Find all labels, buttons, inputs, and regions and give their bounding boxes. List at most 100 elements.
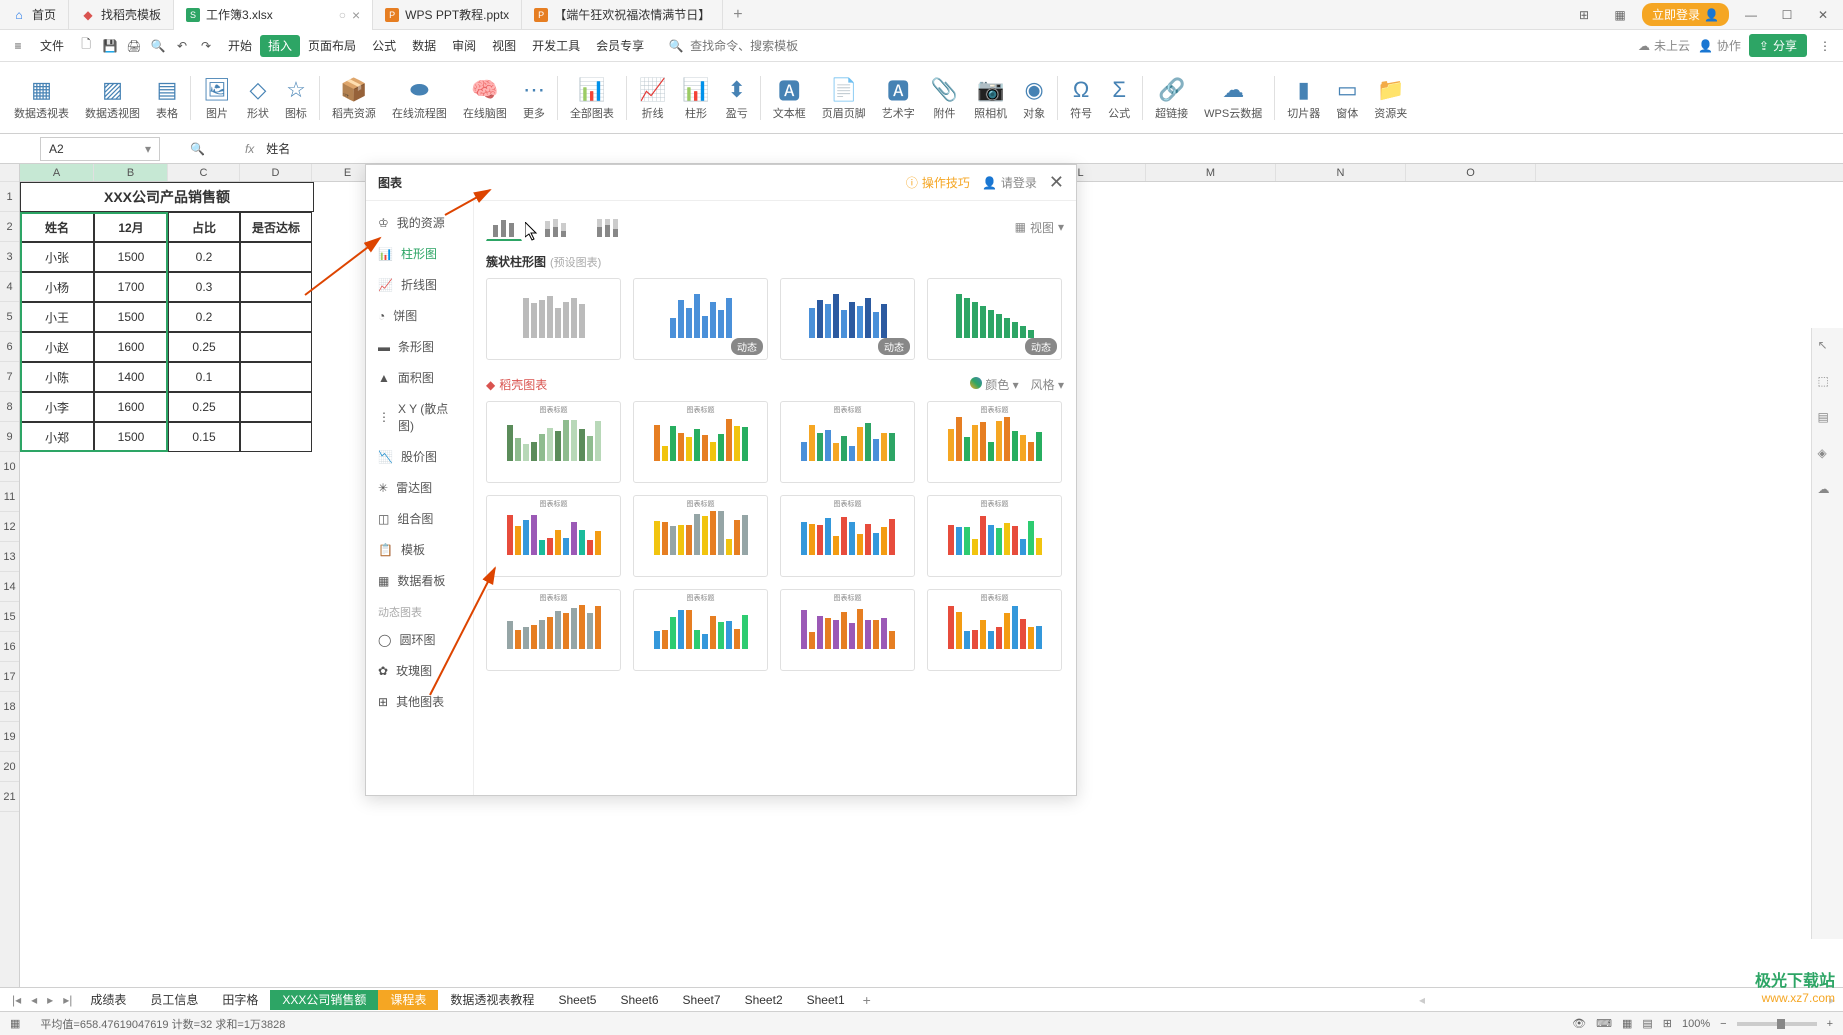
table-cell[interactable]: 0.3 bbox=[168, 272, 240, 302]
table-cell[interactable]: 0.25 bbox=[168, 392, 240, 422]
tips-link[interactable]: ⓘ操作技巧 bbox=[906, 174, 970, 191]
table-cell[interactable]: 1500 bbox=[94, 422, 168, 452]
property-icon[interactable]: ▤ bbox=[1818, 410, 1838, 430]
bracket-icon[interactable]: ⌨ bbox=[1596, 1017, 1612, 1030]
ribbon-窗体[interactable]: ▭窗体 bbox=[1328, 68, 1366, 128]
ribbon-形状[interactable]: ◇形状 bbox=[239, 68, 277, 128]
row-header[interactable]: 3 bbox=[0, 242, 19, 272]
table-cell[interactable]: 小张 bbox=[20, 242, 94, 272]
row-header[interactable]: 8 bbox=[0, 392, 19, 422]
ribbon-全部图表[interactable]: 📊全部图表 bbox=[562, 68, 622, 128]
table-cell[interactable] bbox=[240, 302, 312, 332]
table-cell[interactable]: 0.2 bbox=[168, 242, 240, 272]
docer-chart-2[interactable]: 图表标题 bbox=[780, 401, 915, 483]
row-header[interactable]: 20 bbox=[0, 752, 19, 782]
tab-ppt2[interactable]: P【端午狂欢祝福浓情满节日】 bbox=[522, 0, 723, 30]
row-header[interactable]: 15 bbox=[0, 602, 19, 632]
close-icon[interactable]: × bbox=[352, 7, 360, 23]
menu-5[interactable]: 审阅 bbox=[444, 35, 484, 57]
table-cell[interactable]: 1700 bbox=[94, 272, 168, 302]
open-icon[interactable]: 🗋 bbox=[76, 36, 96, 56]
row-header[interactable]: 21 bbox=[0, 782, 19, 812]
row-header[interactable]: 11 bbox=[0, 482, 19, 512]
fx-label[interactable]: fx bbox=[245, 142, 254, 156]
coop-button[interactable]: 👤协作 bbox=[1698, 37, 1741, 54]
ribbon-在线脑图[interactable]: 🧠在线脑图 bbox=[455, 68, 515, 128]
dyn-chart-type-2[interactable]: ⊞其他图表 bbox=[366, 686, 473, 717]
ribbon-更多[interactable]: ⋯更多 bbox=[515, 68, 553, 128]
ribbon-图片[interactable]: 🖼图片 bbox=[195, 68, 239, 128]
row-header[interactable]: 2 bbox=[0, 212, 19, 242]
close-panel-icon[interactable]: ✕ bbox=[1049, 172, 1064, 193]
sheet-tab-9[interactable]: Sheet2 bbox=[733, 990, 795, 1010]
view-toggle[interactable]: ▦视图 ▾ bbox=[1015, 219, 1064, 236]
table-cell[interactable] bbox=[240, 392, 312, 422]
table-cell[interactable]: 1500 bbox=[94, 302, 168, 332]
ribbon-超链接[interactable]: 🔗超链接 bbox=[1147, 68, 1196, 128]
sheet-tab-3[interactable]: XXX公司销售额 bbox=[270, 990, 378, 1010]
cancel-icon[interactable]: 🔍 bbox=[190, 142, 205, 156]
row-header[interactable]: 19 bbox=[0, 722, 19, 752]
tab-docer[interactable]: ◆找稻壳模板 bbox=[69, 0, 174, 30]
ribbon-对象[interactable]: ◉对象 bbox=[1015, 68, 1053, 128]
search-input[interactable] bbox=[690, 39, 830, 53]
sheet-tab-2[interactable]: 田字格 bbox=[210, 990, 270, 1010]
table-cell[interactable] bbox=[240, 332, 312, 362]
table-cell[interactable] bbox=[240, 362, 312, 392]
menu-1[interactable]: 插入 bbox=[260, 35, 300, 57]
table-cell[interactable]: 0.2 bbox=[168, 302, 240, 332]
sheet-tab-4[interactable]: 课程表 bbox=[378, 990, 438, 1010]
zoom-slider[interactable] bbox=[1737, 1022, 1817, 1026]
maximize-icon[interactable]: ☐ bbox=[1773, 1, 1801, 29]
docer-chart-6[interactable]: 图表标题 bbox=[780, 495, 915, 577]
ribbon-图标[interactable]: ☆图标 bbox=[277, 68, 315, 128]
layout2-icon[interactable]: ▦ bbox=[1606, 1, 1634, 29]
row-header[interactable]: 12 bbox=[0, 512, 19, 542]
docer-chart-8[interactable]: 图表标题 bbox=[486, 589, 621, 671]
subtype-100pct[interactable] bbox=[590, 213, 626, 241]
docer-chart-3[interactable]: 图表标题 bbox=[927, 401, 1062, 483]
docer-chart-4[interactable]: 图表标题 bbox=[486, 495, 621, 577]
ribbon-柱形[interactable]: 📊柱形 bbox=[674, 68, 717, 128]
next-sheet-icon[interactable]: ▸ bbox=[43, 993, 57, 1007]
sheet-tab-1[interactable]: 员工信息 bbox=[138, 990, 210, 1010]
undo-icon[interactable]: ↶ bbox=[172, 36, 192, 56]
close-window-icon[interactable]: ✕ bbox=[1809, 1, 1837, 29]
docer-chart-7[interactable]: 图表标题 bbox=[927, 495, 1062, 577]
docer-chart-5[interactable]: 图表标题 bbox=[633, 495, 768, 577]
tab-home[interactable]: ⌂首页 bbox=[0, 0, 69, 30]
col-header[interactable]: A bbox=[20, 164, 94, 181]
col-header[interactable]: N bbox=[1276, 164, 1406, 181]
cloud-status[interactable]: ☁未上云 bbox=[1638, 37, 1690, 54]
chart-type-2[interactable]: ◔饼图 bbox=[366, 300, 473, 331]
table-cell[interactable]: 小李 bbox=[20, 392, 94, 422]
new-tab-button[interactable]: + bbox=[723, 6, 752, 24]
ribbon-附件[interactable]: 📎附件 bbox=[923, 68, 966, 128]
backup-icon[interactable]: ☁ bbox=[1818, 482, 1838, 502]
ribbon-数据透视表[interactable]: ▦数据透视表 bbox=[6, 68, 77, 128]
subtype-clustered[interactable] bbox=[486, 213, 522, 241]
ribbon-切片器[interactable]: ▮切片器 bbox=[1279, 68, 1328, 128]
docer-chart-9[interactable]: 图表标题 bbox=[633, 589, 768, 671]
chart-type-1[interactable]: 📈折线图 bbox=[366, 269, 473, 300]
ribbon-公式[interactable]: Σ公式 bbox=[1100, 68, 1138, 128]
ribbon-照相机[interactable]: 📷照相机 bbox=[966, 68, 1015, 128]
table-cell[interactable] bbox=[240, 242, 312, 272]
row-header[interactable]: 18 bbox=[0, 692, 19, 722]
chart-type-0[interactable]: 📊柱形图 bbox=[366, 238, 473, 269]
sheet-tab-5[interactable]: 数据透视表教程 bbox=[438, 990, 546, 1010]
table-cell[interactable]: 0.1 bbox=[168, 362, 240, 392]
row-header[interactable]: 7 bbox=[0, 362, 19, 392]
ribbon-页眉页脚[interactable]: 📄页眉页脚 bbox=[814, 68, 874, 128]
view-page-icon[interactable]: ▤ bbox=[1642, 1017, 1652, 1030]
layout1-icon[interactable]: ⊞ bbox=[1570, 1, 1598, 29]
print-icon[interactable]: 🖨 bbox=[124, 36, 144, 56]
table-cell[interactable] bbox=[240, 272, 312, 302]
sheet-tab-6[interactable]: Sheet5 bbox=[546, 990, 608, 1010]
table-cell[interactable]: 0.25 bbox=[168, 332, 240, 362]
table-cell[interactable]: 小陈 bbox=[20, 362, 94, 392]
row-header[interactable]: 17 bbox=[0, 662, 19, 692]
table-cell[interactable]: 1600 bbox=[94, 332, 168, 362]
chart-type-9[interactable]: 📋模板 bbox=[366, 534, 473, 565]
sheet-tab-7[interactable]: Sheet6 bbox=[608, 990, 670, 1010]
